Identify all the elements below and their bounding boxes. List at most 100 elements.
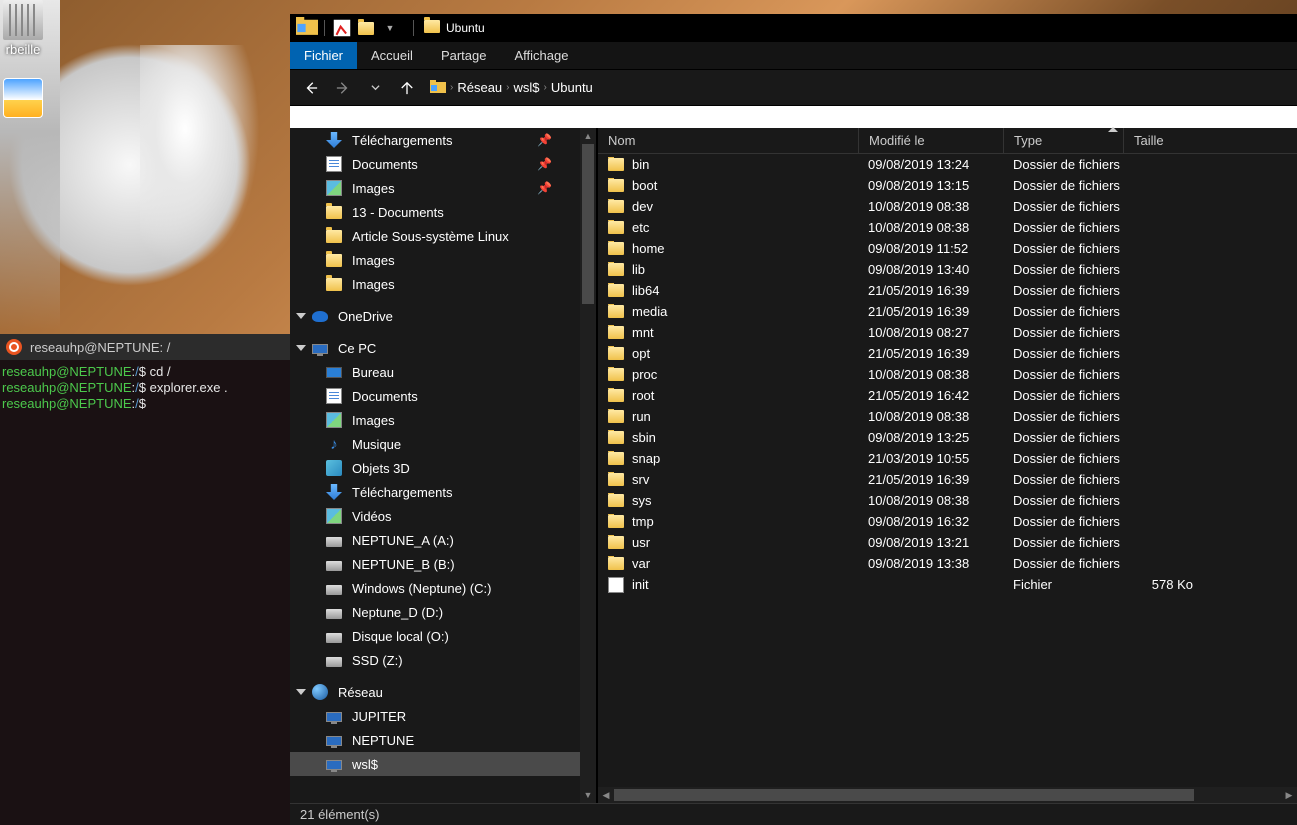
col-modified[interactable]: Modifié le: [858, 128, 1003, 153]
address-bar[interactable]: › Réseau › wsl$ › Ubuntu: [426, 76, 1289, 100]
scroll-thumb[interactable]: [614, 789, 1194, 801]
tab-file[interactable]: Fichier: [290, 42, 357, 69]
file-row[interactable]: dev10/08/2019 08:38Dossier de fichiers: [598, 196, 1297, 217]
file-name: sys: [632, 493, 652, 508]
file-row[interactable]: run10/08/2019 08:38Dossier de fichiers: [598, 406, 1297, 427]
file-name: tmp: [632, 514, 654, 529]
file-type: Dossier de fichiers: [1003, 304, 1123, 319]
ubuntu-icon: [6, 339, 22, 355]
file-row[interactable]: initFichier578 Ko: [598, 574, 1297, 595]
file-row[interactable]: sbin09/08/2019 13:25Dossier de fichiers: [598, 427, 1297, 448]
file-row[interactable]: boot09/08/2019 13:15Dossier de fichiers: [598, 175, 1297, 196]
nav-item[interactable]: NEPTUNE: [290, 728, 580, 752]
col-name[interactable]: Nom: [598, 128, 858, 153]
nav-item[interactable]: Objets 3D: [290, 456, 580, 480]
nav-item[interactable]: SSD (Z:): [290, 648, 580, 672]
nav-item-label: Ce PC: [338, 341, 376, 356]
nav-item-label: NEPTUNE_B (B:): [352, 557, 455, 572]
nav-item[interactable]: Vidéos: [290, 504, 580, 528]
nav-item[interactable]: Images: [290, 272, 580, 296]
nav-item[interactable]: Images📌: [290, 176, 580, 200]
nav-forward-button[interactable]: [330, 75, 356, 101]
qat-properties-icon[interactable]: [331, 17, 353, 39]
tab-view[interactable]: Affichage: [500, 42, 582, 69]
nav-item[interactable]: Ce PC: [290, 336, 580, 360]
nav-item-label: NEPTUNE: [352, 733, 414, 748]
nav-up-button[interactable]: [394, 75, 420, 101]
content-h-scrollbar[interactable]: ◀ ▶: [598, 787, 1297, 803]
file-row[interactable]: bin09/08/2019 13:24Dossier de fichiers: [598, 154, 1297, 175]
nav-item[interactable]: Documents: [290, 384, 580, 408]
file-row[interactable]: var09/08/2019 13:38Dossier de fichiers: [598, 553, 1297, 574]
file-row[interactable]: sys10/08/2019 08:38Dossier de fichiers: [598, 490, 1297, 511]
file-row[interactable]: srv21/05/2019 16:39Dossier de fichiers: [598, 469, 1297, 490]
col-size[interactable]: Taille: [1123, 128, 1203, 153]
file-row[interactable]: mnt10/08/2019 08:27Dossier de fichiers: [598, 322, 1297, 343]
col-type[interactable]: Type: [1003, 128, 1123, 153]
nav-recent-dropdown[interactable]: [362, 75, 388, 101]
scroll-left-icon[interactable]: ◀: [598, 790, 614, 801]
file-name: snap: [632, 451, 660, 466]
scroll-right-icon[interactable]: ▶: [1281, 790, 1297, 801]
file-row[interactable]: lib09/08/2019 13:40Dossier de fichiers: [598, 259, 1297, 280]
nav-item[interactable]: Documents📌: [290, 152, 580, 176]
tab-share[interactable]: Partage: [427, 42, 501, 69]
folder-icon: [608, 200, 624, 213]
nav-item[interactable]: NEPTUNE_B (B:): [290, 552, 580, 576]
file-row[interactable]: tmp09/08/2019 16:32Dossier de fichiers: [598, 511, 1297, 532]
nav-back-button[interactable]: [298, 75, 324, 101]
nav-item[interactable]: Windows (Neptune) (C:): [290, 576, 580, 600]
nav-item[interactable]: Article Sous-système Linux: [290, 224, 580, 248]
nav-item[interactable]: OneDrive: [290, 304, 580, 328]
nav-item[interactable]: Bureau: [290, 360, 580, 384]
nav-item[interactable]: Images: [290, 248, 580, 272]
weather-widget-icon[interactable]: [2, 78, 44, 120]
file-row[interactable]: home09/08/2019 11:52Dossier de fichiers: [598, 238, 1297, 259]
nav-item[interactable]: Réseau: [290, 680, 580, 704]
file-row[interactable]: lib6421/05/2019 16:39Dossier de fichiers: [598, 280, 1297, 301]
qat-newfolder-icon[interactable]: [355, 17, 377, 39]
recycle-bin-icon[interactable]: rbeille: [2, 0, 44, 57]
nav-item[interactable]: Images: [290, 408, 580, 432]
nav-item-label: Réseau: [338, 685, 383, 700]
file-type: Dossier de fichiers: [1003, 325, 1123, 340]
breadcrumb-segment[interactable]: Réseau: [453, 80, 506, 95]
nav-item[interactable]: Musique: [290, 432, 580, 456]
nav-item-label: Téléchargements: [352, 133, 452, 148]
tab-home[interactable]: Accueil: [357, 42, 427, 69]
nav-scrollbar[interactable]: ▲ ▼: [580, 128, 596, 803]
terminal-content[interactable]: reseauhp@NEPTUNE:/$ cd / reseauhp@NEPTUN…: [0, 360, 290, 416]
file-row[interactable]: usr09/08/2019 13:21Dossier de fichiers: [598, 532, 1297, 553]
qat-dropdown-icon[interactable]: ▼: [379, 17, 401, 39]
nav-item-label: Bureau: [352, 365, 394, 380]
nav-item[interactable]: Disque local (O:): [290, 624, 580, 648]
file-row[interactable]: media21/05/2019 16:39Dossier de fichiers: [598, 301, 1297, 322]
nav-item-label: Documents: [352, 389, 418, 404]
scroll-thumb[interactable]: [582, 144, 594, 304]
pin-icon: 📌: [537, 181, 552, 195]
file-row[interactable]: proc10/08/2019 08:38Dossier de fichiers: [598, 364, 1297, 385]
nav-item[interactable]: 13 - Documents: [290, 200, 580, 224]
explorer-app-icon[interactable]: [296, 17, 318, 39]
explorer-titlebar[interactable]: ▼ Ubuntu: [290, 14, 1297, 42]
terminal-titlebar[interactable]: reseauhp@NEPTUNE: /: [0, 334, 290, 360]
file-row[interactable]: etc10/08/2019 08:38Dossier de fichiers: [598, 217, 1297, 238]
breadcrumb-segment[interactable]: wsl$: [510, 80, 544, 95]
file-modified: 10/08/2019 08:27: [858, 325, 1003, 340]
breadcrumb-segment[interactable]: Ubuntu: [547, 80, 597, 95]
navigation-bar: › Réseau › wsl$ › Ubuntu: [290, 70, 1297, 106]
nav-item[interactable]: Téléchargements📌: [290, 128, 580, 152]
nav-item[interactable]: Neptune_D (D:): [290, 600, 580, 624]
file-type: Dossier de fichiers: [1003, 493, 1123, 508]
file-list[interactable]: bin09/08/2019 13:24Dossier de fichiersbo…: [598, 154, 1297, 787]
nav-item[interactable]: JUPITER: [290, 704, 580, 728]
file-row[interactable]: root21/05/2019 16:42Dossier de fichiers: [598, 385, 1297, 406]
scroll-down-icon[interactable]: ▼: [580, 787, 596, 803]
nav-item[interactable]: Téléchargements: [290, 480, 580, 504]
nav-item[interactable]: NEPTUNE_A (A:): [290, 528, 580, 552]
nav-item[interactable]: wsl$: [290, 752, 580, 776]
file-modified: 09/08/2019 11:52: [858, 241, 1003, 256]
file-row[interactable]: snap21/03/2019 10:55Dossier de fichiers: [598, 448, 1297, 469]
scroll-up-icon[interactable]: ▲: [580, 128, 596, 144]
file-row[interactable]: opt21/05/2019 16:39Dossier de fichiers: [598, 343, 1297, 364]
